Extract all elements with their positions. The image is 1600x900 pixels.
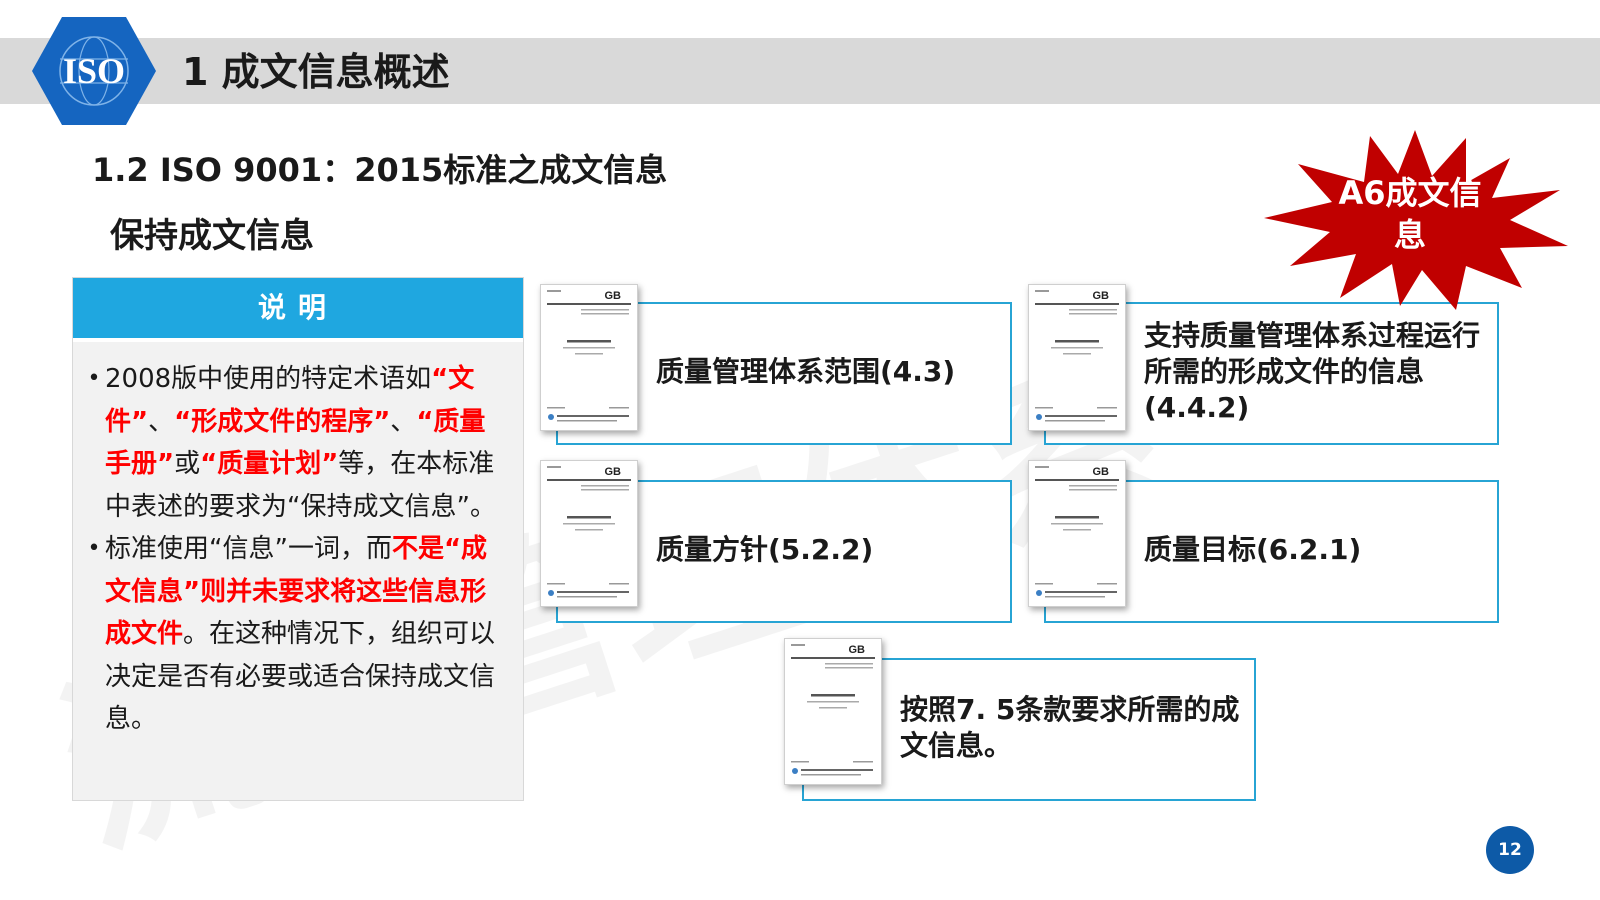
svg-text:GB: GB (605, 290, 622, 302)
bullet-dot: • (87, 536, 101, 561)
subtitle: 1.2 ISO 9001：2015标准之成文信息 (92, 151, 668, 189)
bullet-text: 2008版中使用的特定术语如“文件”、“形成文件的程序”、“质量手册”或“质量计… (105, 364, 496, 522)
svg-text:GB: GB (1093, 290, 1110, 302)
document-icon: GB (1028, 284, 1126, 431)
page-title: 1 成文信息概述 (182, 50, 450, 94)
explanation-panel: 说明 • 2008版中使用的特定术语如“文件”、“形成文件的程序”、“质量手册”… (72, 277, 524, 801)
explanation-body: • 2008版中使用的特定术语如“文件”、“形成文件的程序”、“质量手册”或“质… (73, 342, 523, 741)
svg-text:GB: GB (849, 644, 866, 656)
explanation-header: 说明 (73, 278, 523, 342)
logo-text: ISO (63, 51, 125, 91)
iso-logo-icon: ISO (30, 15, 158, 127)
svg-text:GB: GB (605, 466, 622, 478)
card-label: 按照7. 5条款要求所需的成文信息。 (900, 693, 1240, 762)
card-label: 质量方针(5.2.2) (656, 533, 874, 566)
page-number: 12 (1486, 826, 1534, 874)
burst-label: A6成文信息 (1338, 174, 1482, 254)
section-label: 保持成文信息 (110, 216, 314, 256)
document-icon: GB (540, 460, 638, 607)
card-label: 支持质量管理体系过程运行所需的形成文件的信息(4.4.2) (1144, 319, 1481, 424)
document-icon: GB (784, 638, 882, 785)
card-label: 质量管理体系范围(4.3) (656, 355, 956, 388)
bullet-dot: • (87, 366, 101, 391)
bullet-item: • 2008版中使用的特定术语如“文件”、“形成文件的程序”、“质量手册”或“质… (83, 358, 497, 528)
document-icon: GB (1028, 460, 1126, 607)
bullet-item: • 标准使用“信息”一词，而不是“成文信息”则并未要求将这些信息形成文件。在这种… (83, 528, 497, 741)
svg-text:GB: GB (1093, 466, 1110, 478)
bullet-text: 标准使用“信息”一词，而不是“成文信息”则并未要求将这些信息形成文件。在这种情况… (105, 534, 496, 734)
card-label: 质量目标(6.2.1) (1144, 533, 1362, 566)
document-icon: GB (540, 284, 638, 431)
